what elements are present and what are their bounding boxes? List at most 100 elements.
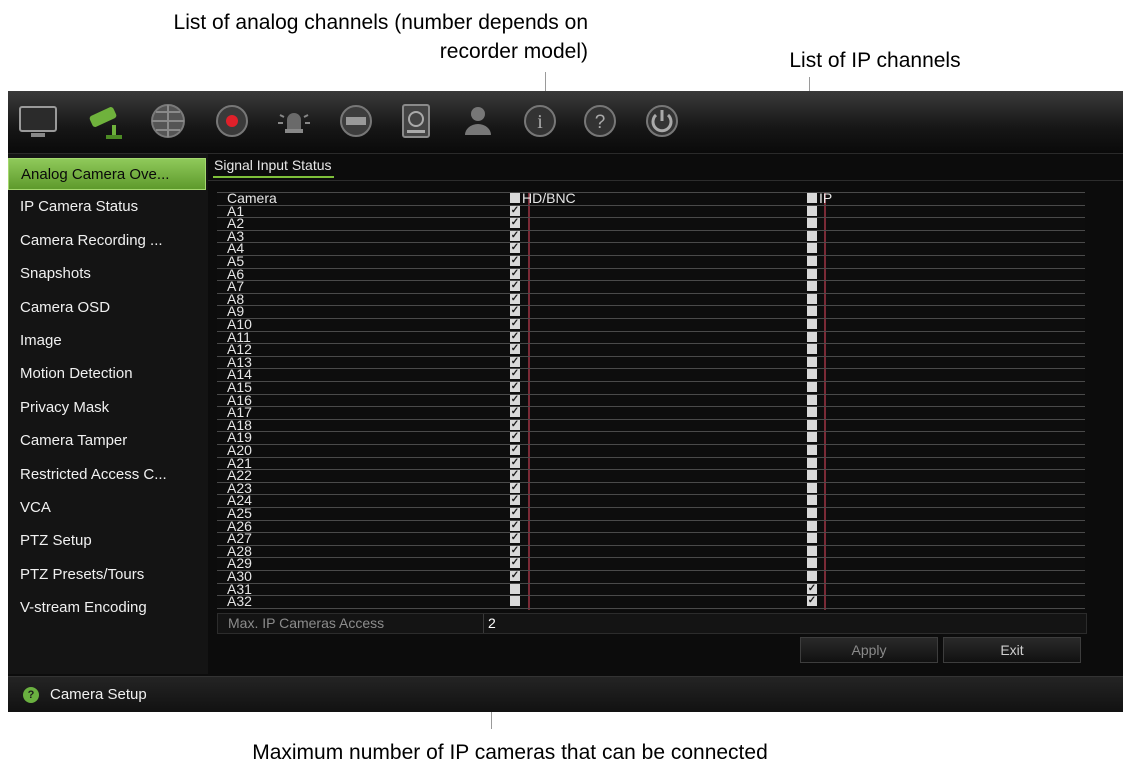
exit-button[interactable]: Exit xyxy=(943,637,1081,663)
hd-bnc-checkbox[interactable]: ✓ xyxy=(510,508,520,518)
hd-bnc-checkbox[interactable]: ✓ xyxy=(510,432,520,443)
sidebar-item[interactable]: VCA xyxy=(8,492,206,524)
camera-id-cell: A32 xyxy=(227,593,252,610)
hd-bnc-checkbox[interactable]: ✓ xyxy=(510,470,520,481)
user-icon[interactable] xyxy=(454,97,502,145)
hd-bnc-checkbox[interactable]: ✓ xyxy=(510,445,520,455)
hd-bnc-checkbox[interactable]: ✓ xyxy=(510,407,520,418)
ip-checkbox[interactable] xyxy=(807,256,817,266)
hd-bnc-checkbox[interactable]: ✓ xyxy=(510,230,520,241)
tab-signal-input-status[interactable]: Signal Input Status xyxy=(213,157,334,178)
hd-bnc-checkbox[interactable]: ✓ xyxy=(510,256,520,266)
sidebar-item[interactable]: Image xyxy=(8,325,206,357)
hd-bnc-checkbox[interactable] xyxy=(510,596,520,607)
ip-checkbox[interactable] xyxy=(807,281,817,292)
sidebar-item[interactable]: PTZ Setup xyxy=(8,525,206,557)
ip-checkbox[interactable] xyxy=(807,230,817,241)
ip-checkbox[interactable] xyxy=(807,407,817,418)
apply-button[interactable]: Apply xyxy=(800,637,938,663)
ip-checkbox[interactable]: ✓ xyxy=(807,583,817,594)
ip-checkbox[interactable] xyxy=(807,571,817,581)
hd-bnc-checkbox[interactable]: ✓ xyxy=(510,558,520,569)
ip-checkbox[interactable] xyxy=(807,394,817,405)
sidebar-item[interactable]: Snapshots xyxy=(8,258,206,290)
hd-bnc-checkbox[interactable]: ✓ xyxy=(510,382,520,392)
info-icon[interactable]: i xyxy=(516,97,564,145)
hd-bnc-checkbox[interactable]: ✓ xyxy=(510,520,520,531)
ip-checkbox[interactable] xyxy=(807,218,817,229)
ip-checkbox[interactable] xyxy=(807,482,817,493)
max-ip-row: Max. IP Cameras Access 2 xyxy=(217,613,1087,634)
sidebar-item[interactable]: Camera Recording ... xyxy=(8,225,206,257)
hd-bnc-checkbox[interactable]: ✓ xyxy=(510,495,520,506)
ip-checkbox[interactable] xyxy=(807,205,817,216)
sidebar-item[interactable]: PTZ Presets/Tours xyxy=(8,559,206,591)
sidebar-item[interactable]: IP Camera Status xyxy=(8,191,206,223)
monitor-icon[interactable] xyxy=(14,97,62,145)
ip-checkbox[interactable] xyxy=(807,508,817,518)
camera-icon[interactable] xyxy=(82,97,130,145)
callout-ip-channels: List of IP channels xyxy=(789,49,961,72)
sidebar: Analog Camera Ove... IP Camera Status Came… xyxy=(8,154,208,674)
network-icon[interactable] xyxy=(144,97,192,145)
record-icon[interactable] xyxy=(208,97,256,145)
sidebar-item[interactable]: Camera OSD xyxy=(8,292,206,324)
ip-checkbox[interactable] xyxy=(807,356,817,367)
ip-checkbox[interactable] xyxy=(807,545,817,556)
tab-bar: Signal Input Status xyxy=(208,154,1123,181)
alarm-icon[interactable] xyxy=(270,97,318,145)
hd-bnc-checkbox[interactable]: ✓ xyxy=(510,356,520,367)
ip-checkbox[interactable] xyxy=(807,445,817,455)
sidebar-item[interactable]: Analog Camera Ove... xyxy=(8,158,206,190)
hd-bnc-checkbox[interactable]: ✓ xyxy=(510,369,520,380)
ip-checkbox[interactable] xyxy=(807,470,817,481)
hd-bnc-checkbox[interactable]: ✓ xyxy=(510,533,520,544)
ip-checkbox[interactable] xyxy=(807,306,817,317)
hd-bnc-checkbox[interactable]: ✓ xyxy=(510,293,520,304)
max-ip-value[interactable]: 2 xyxy=(488,615,496,631)
ip-checkbox[interactable] xyxy=(807,495,817,506)
sidebar-item[interactable]: Restricted Access C... xyxy=(8,459,206,491)
sidebar-item[interactable]: Motion Detection xyxy=(8,358,206,390)
storage-icon[interactable] xyxy=(332,97,380,145)
ip-checkbox[interactable] xyxy=(807,558,817,569)
hd-bnc-checkbox[interactable]: ✓ xyxy=(510,482,520,493)
hd-bnc-checkbox[interactable]: ✓ xyxy=(510,218,520,229)
hd-bnc-checkbox[interactable]: ✓ xyxy=(510,319,520,329)
ip-checkbox[interactable] xyxy=(807,520,817,531)
ip-checkbox[interactable] xyxy=(807,331,817,342)
hd-bnc-checkbox[interactable]: ✓ xyxy=(510,394,520,405)
ip-checkbox[interactable] xyxy=(807,243,817,254)
ip-checkbox[interactable] xyxy=(807,382,817,392)
hd-bnc-checkbox[interactable]: ✓ xyxy=(510,281,520,292)
sidebar-item[interactable]: V-stream Encoding xyxy=(8,592,206,624)
ip-checkbox[interactable] xyxy=(807,344,817,355)
ip-checkbox[interactable] xyxy=(807,419,817,430)
ip-checkbox[interactable] xyxy=(807,369,817,380)
help-icon[interactable]: ? xyxy=(576,97,624,145)
hd-bnc-checkbox[interactable]: ✓ xyxy=(510,306,520,317)
ip-select-all-checkbox[interactable] xyxy=(807,193,817,203)
ip-checkbox[interactable]: ✓ xyxy=(807,596,817,607)
sidebar-item[interactable]: Camera Tamper xyxy=(8,425,206,457)
ip-checkbox[interactable] xyxy=(807,432,817,443)
hd-bnc-checkbox[interactable]: ✓ xyxy=(510,205,520,216)
hdd-icon[interactable] xyxy=(392,97,440,145)
hd-bnc-checkbox[interactable]: ✓ xyxy=(510,419,520,430)
power-icon[interactable] xyxy=(638,97,686,145)
hd-bnc-checkbox[interactable]: ✓ xyxy=(510,331,520,342)
hd-bnc-checkbox[interactable]: ✓ xyxy=(510,545,520,556)
hd-bnc-checkbox[interactable]: ✓ xyxy=(510,344,520,355)
hd-select-all-checkbox[interactable] xyxy=(510,193,520,203)
hd-bnc-checkbox[interactable]: ✓ xyxy=(510,268,520,279)
hd-bnc-checkbox[interactable]: ✓ xyxy=(510,243,520,254)
sidebar-item[interactable]: Privacy Mask xyxy=(8,392,206,424)
hd-bnc-checkbox[interactable] xyxy=(510,583,520,594)
ip-checkbox[interactable] xyxy=(807,319,817,329)
ip-checkbox[interactable] xyxy=(807,457,817,468)
hd-bnc-checkbox[interactable]: ✓ xyxy=(510,457,520,468)
ip-checkbox[interactable] xyxy=(807,533,817,544)
ip-checkbox[interactable] xyxy=(807,293,817,304)
hd-bnc-checkbox[interactable]: ✓ xyxy=(510,571,520,581)
ip-checkbox[interactable] xyxy=(807,268,817,279)
